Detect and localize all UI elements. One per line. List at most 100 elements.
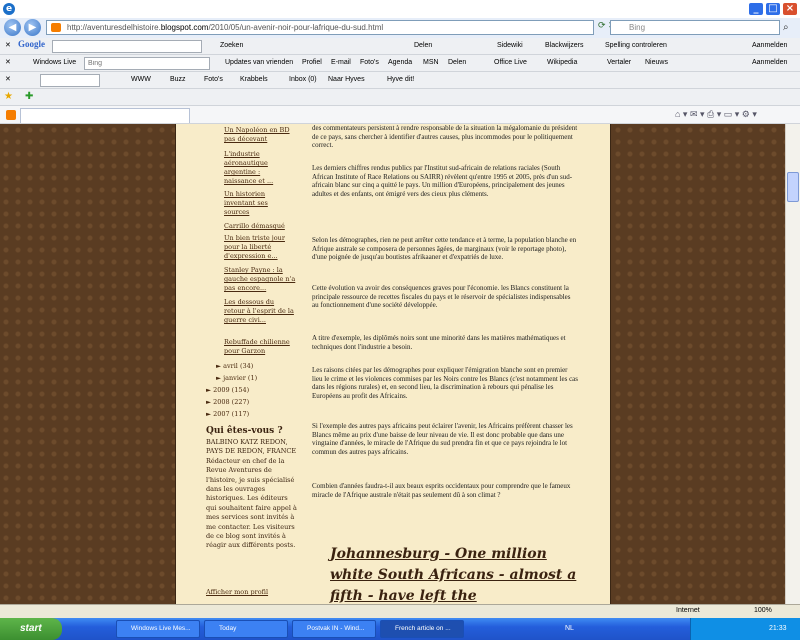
- windows-live-toolbar: ✕ Windows Live Updates van vrienden Prof…: [0, 55, 800, 72]
- post-paragraph: Combien d'années faudra-t-il aux beaux e…: [312, 482, 571, 499]
- sidebar-post-link[interactable]: Stanley Payne : la gauche espagnole n'a …: [224, 266, 296, 293]
- add-favorites-icon[interactable]: ✚: [25, 90, 33, 104]
- maximize-button[interactable]: □: [765, 2, 781, 16]
- minimize-button[interactable]: _: [748, 2, 764, 16]
- address-input[interactable]: http://aventuresdelhistoire.blogspot.com…: [46, 20, 594, 35]
- share-button[interactable]: Delen: [414, 39, 432, 53]
- title-bar: e _ □ ×: [0, 0, 800, 18]
- sidebar-post-link[interactable]: Les dessous du retour à l'esprit de la g…: [224, 298, 294, 325]
- blogger-favicon-icon: [51, 23, 61, 32]
- clock[interactable]: 21:33: [769, 618, 787, 640]
- scrollbar-thumb[interactable]: [787, 172, 799, 202]
- taskbar-item[interactable]: French article on ...: [380, 620, 464, 638]
- tab-favicon-icon: [6, 110, 16, 120]
- taskbar-item[interactable]: Postvak IN - Wind...: [292, 620, 376, 638]
- sidewiki-button[interactable]: Sidewiki: [497, 39, 523, 53]
- about-text: BALBINO KATZ REDON, PAYS DE REDON, FRANC…: [206, 438, 297, 550]
- wl-share-link[interactable]: Delen: [448, 56, 466, 70]
- close-toolbar-icon[interactable]: ✕: [5, 56, 11, 70]
- sidebar-post-link[interactable]: Un bien triste jour pour la liberté d'ex…: [224, 234, 294, 261]
- hyves-photos-button[interactable]: Foto's: [204, 73, 223, 87]
- hyves-inbox-button[interactable]: Inbox (0): [289, 73, 317, 87]
- hyves-toolbar: ✕ WWW Buzz Foto's Krabbels Inbox (0) Naa…: [0, 72, 800, 89]
- search-icon[interactable]: ⌕: [783, 22, 789, 33]
- archive-item[interactable]: ► 2008 (227): [206, 398, 249, 407]
- wl-msn-link[interactable]: MSN: [423, 56, 439, 70]
- google-search-input[interactable]: [52, 40, 202, 53]
- system-tray: NL 21:33: [565, 618, 800, 640]
- wl-photos-link[interactable]: Foto's: [360, 56, 379, 70]
- close-toolbar-icon[interactable]: ✕: [5, 39, 11, 53]
- post-paragraph: A titre d'exemple, les diplômés noirs so…: [312, 334, 566, 351]
- hyves-krabbels-button[interactable]: Krabbels: [240, 73, 268, 87]
- vertical-scrollbar[interactable]: [785, 124, 800, 618]
- forward-button[interactable]: ▶: [24, 19, 41, 36]
- embedded-headline-link[interactable]: Johannesburg - One million white South A…: [330, 544, 590, 607]
- archive-item[interactable]: ► 2007 (117): [206, 410, 249, 419]
- post-paragraph: des commentateurs persistent à rendre re…: [312, 124, 578, 150]
- zoom-level[interactable]: 100%: [754, 607, 772, 614]
- search-input[interactable]: Bing: [610, 20, 780, 35]
- archive-label: janvier (1): [223, 374, 258, 382]
- wl-updates-link[interactable]: Updates van vrienden: [225, 56, 293, 70]
- sidebar-post-link[interactable]: L'industrie aéronautique argentine : nai…: [224, 150, 294, 186]
- google-search-button[interactable]: Zoeken: [220, 39, 243, 53]
- archive-item[interactable]: ► avril (34): [216, 362, 253, 371]
- url-path: /2010/05/un-avenir-noir-pour-lafrique-du…: [208, 23, 384, 32]
- wl-profile-link[interactable]: Profiel: [302, 56, 322, 70]
- url-prefix: http://aventuresdelhistoire.: [67, 23, 161, 32]
- taskbar-item[interactable]: Windows Live Mes...: [116, 620, 200, 638]
- active-tab[interactable]: [20, 108, 190, 123]
- about-heading: Qui êtes-vous ?: [206, 426, 283, 436]
- ie-logo-icon: e: [3, 3, 15, 15]
- hyves-www-button[interactable]: WWW: [131, 73, 151, 87]
- bookmarks-button[interactable]: Blackwijzers: [545, 39, 584, 53]
- wl-office-link[interactable]: Office Live: [494, 56, 527, 70]
- sidebar-post-link[interactable]: Un historien inventant ses sources: [224, 190, 294, 217]
- profile-link[interactable]: Afficher mon profil: [206, 588, 268, 597]
- wl-email-link[interactable]: E-mail: [331, 56, 351, 70]
- hyves-goto-button[interactable]: Naar Hyves: [328, 73, 365, 87]
- wl-search-input[interactable]: [84, 57, 210, 70]
- sidebar-post-link[interactable]: Rebuffade chilienne pour Garzon: [224, 338, 296, 356]
- spellcheck-button[interactable]: Spelling controleren: [605, 39, 667, 53]
- language-indicator[interactable]: NL: [565, 618, 574, 640]
- favorites-bar: ★ ✚: [0, 89, 800, 106]
- sidebar-post-link[interactable]: Un Napoléon en BD pas décevant: [224, 126, 294, 144]
- archive-label: 2007 (117): [213, 410, 250, 418]
- status-bar: Internet 100%: [0, 604, 800, 618]
- archive-label: 2009 (154): [213, 386, 250, 394]
- close-button[interactable]: ×: [782, 2, 798, 16]
- google-logo: Google: [18, 39, 45, 49]
- post-paragraph: Selon les démographes, rien ne peut arrê…: [312, 236, 577, 262]
- web-page: Un Napoléon en BD pas décevant L'industr…: [0, 124, 785, 618]
- wl-calendar-link[interactable]: Agenda: [388, 56, 412, 70]
- wl-wikipedia-link[interactable]: Wikipedia: [547, 56, 577, 70]
- google-toolbar: ✕ Google Zoeken Delen Sidewiki Blackwijz…: [0, 38, 800, 55]
- archive-item[interactable]: ► 2009 (154): [206, 386, 249, 395]
- post-paragraph: Si l'exemple des autres pays africains p…: [312, 422, 573, 456]
- taskbar-item[interactable]: Today: [204, 620, 288, 638]
- address-bar-row: ◀ ▶ http://aventuresdelhistoire.blogspot…: [0, 18, 800, 38]
- tab-bar: ⌂ ▾ ✉ ▾ ⎙ ▾ ▭ ▾ ⚙ ▾: [0, 106, 800, 124]
- post-paragraph: Les raisons citées par les démographes p…: [312, 366, 579, 400]
- archive-item[interactable]: ► janvier (1): [216, 374, 257, 383]
- home-icon[interactable]: ⌂ ▾ ✉ ▾ ⎙ ▾ ▭ ▾ ⚙ ▾: [675, 107, 757, 121]
- wl-translator-link[interactable]: Vertaler: [607, 56, 631, 70]
- post-paragraph: Les derniers chiffres rendus publics par…: [312, 164, 573, 198]
- hyves-buzz-button[interactable]: Buzz: [170, 73, 186, 87]
- sidebar-post-link[interactable]: Carrillo démasqué: [224, 222, 296, 231]
- archive-label: 2008 (227): [213, 398, 250, 406]
- post-paragraph: Cette évolution va avoir des conséquence…: [312, 284, 571, 310]
- start-button[interactable]: start: [0, 618, 62, 640]
- favorites-star-icon[interactable]: ★: [4, 90, 13, 104]
- google-signin-link[interactable]: Aanmelden: [752, 39, 787, 53]
- windows-live-logo: Windows Live: [33, 59, 77, 66]
- wl-signin-link[interactable]: Aanmelden: [752, 56, 787, 70]
- close-toolbar-icon[interactable]: ✕: [5, 73, 11, 87]
- wl-news-link[interactable]: Nieuws: [645, 56, 668, 70]
- hyves-search-input[interactable]: [40, 74, 100, 87]
- back-button[interactable]: ◀: [4, 19, 21, 36]
- hyves-share-button[interactable]: Hyve dit!: [387, 73, 414, 87]
- security-zone: Internet: [676, 607, 700, 614]
